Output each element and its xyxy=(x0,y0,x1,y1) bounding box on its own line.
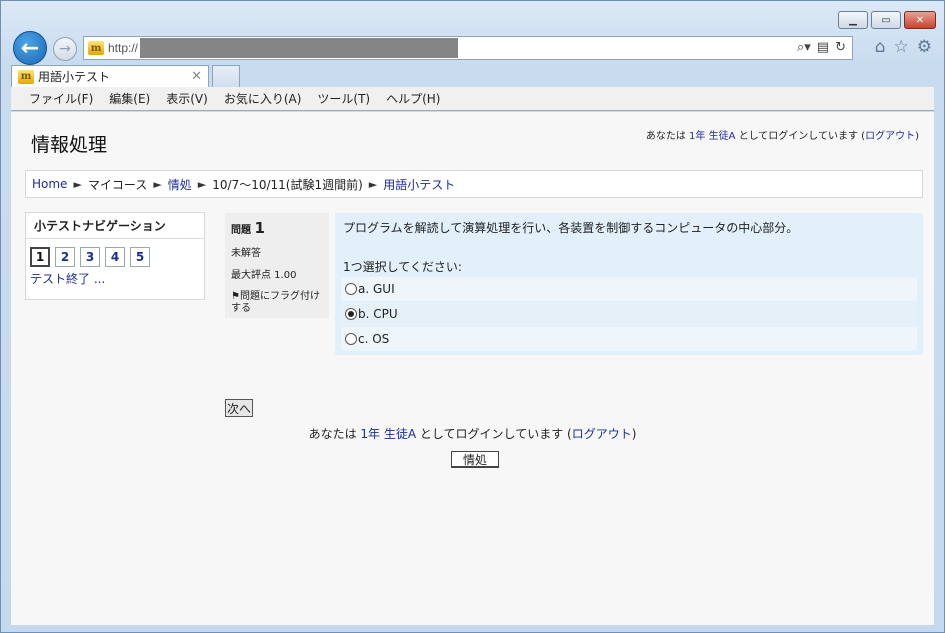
question-max-score: 最大評点 1.00 xyxy=(231,270,297,281)
answer-label-c[interactable]: c. OS xyxy=(358,332,389,346)
flag-label: 問題にフラグ付けする xyxy=(231,291,320,314)
favorites-star-icon[interactable]: ☆ xyxy=(894,37,909,57)
tab-active[interactable]: m 用語小テスト ✕ xyxy=(11,65,209,87)
tab-favicon-icon: m xyxy=(18,69,34,84)
login-text-suffix: ) xyxy=(915,131,919,142)
breadcrumb-quiz[interactable]: 用語小テスト xyxy=(383,176,455,193)
breadcrumb: Home ► マイコース ► 情処 ► 10/7〜10/11(試験1週間前) ►… xyxy=(25,170,923,198)
question-text: プログラムを解読して演算処理を行い、各装置を制御するコンピュータの中心部分。 xyxy=(343,221,799,235)
breadcrumb-separator: ► xyxy=(368,177,378,191)
question-number: 問題 1 xyxy=(231,219,323,237)
answer-option-c[interactable]: c. OS xyxy=(341,327,917,351)
menu-file[interactable]: ファイル(F) xyxy=(29,90,93,107)
address-icons: ⌕▾ ▤ ↻ xyxy=(797,40,846,55)
navigation-bar: ← → m http:// ⌕▾ ▤ ↻ ⌂ ☆ ⚙ xyxy=(11,29,934,65)
question-state: 未解答 xyxy=(231,248,261,259)
url-redacted xyxy=(140,38,459,58)
answer-option-b[interactable]: b. CPU xyxy=(341,302,917,326)
question-body: プログラムを解読して演算処理を行い、各装置を制御するコンピュータの中心部分。 1… xyxy=(335,213,923,355)
gear-icon[interactable]: ⚙ xyxy=(917,37,932,57)
home-icon[interactable]: ⌂ xyxy=(875,37,886,57)
url-text[interactable]: http:// xyxy=(108,41,138,55)
browser-window: ▁ ▭ ✕ ← → m http:// ⌕▾ ▤ ↻ ⌂ ☆ ⚙ m 用語小テス… xyxy=(0,0,945,633)
question-prompt: 1つ選択してください: xyxy=(343,260,462,274)
question-number-value: 1 xyxy=(254,219,265,237)
login-text-suffix: ) xyxy=(631,427,637,441)
breadcrumb-course[interactable]: 情処 xyxy=(168,176,192,193)
flag-question-button[interactable]: ⚑問題にフラグ付けする xyxy=(231,291,323,315)
menu-view[interactable]: 表示(V) xyxy=(166,90,208,107)
new-tab-button[interactable] xyxy=(212,65,240,87)
refresh-icon[interactable]: ↻ xyxy=(835,40,846,55)
answer-label-b[interactable]: b. CPU xyxy=(358,307,398,321)
menu-help[interactable]: ヘルプ(H) xyxy=(386,90,440,107)
radio-b[interactable] xyxy=(345,308,357,320)
toolbar-icons: ⌂ ☆ ⚙ xyxy=(875,37,932,57)
login-text: あなたは xyxy=(645,131,690,142)
login-text-middle: としてログインしています ( xyxy=(416,427,572,441)
breadcrumb-home[interactable]: Home xyxy=(32,177,67,191)
search-icon[interactable]: ⌕▾ xyxy=(797,40,811,55)
quiz-nav-question-5[interactable]: 5 xyxy=(130,247,150,267)
tab-close-icon[interactable]: ✕ xyxy=(191,69,202,84)
quiz-nav-question-1[interactable]: 1 xyxy=(30,247,50,267)
menu-edit[interactable]: 編集(E) xyxy=(109,90,150,107)
breadcrumb-separator: ► xyxy=(153,177,162,191)
back-arrow-icon: ← xyxy=(20,35,40,61)
menu-tools[interactable]: ツール(T) xyxy=(317,90,370,107)
flag-icon: ⚑ xyxy=(231,291,240,302)
user-link[interactable]: 1年 生徒A xyxy=(360,427,416,441)
user-link[interactable]: 1年 生徒A xyxy=(689,131,735,142)
next-button[interactable]: 次へ xyxy=(225,399,253,417)
compat-view-icon[interactable]: ▤ xyxy=(817,40,829,55)
window-controls: ▁ ▭ ✕ xyxy=(838,11,936,29)
login-text: あなたは xyxy=(308,427,361,441)
login-info-bottom: あなたは 1年 生徒A としてログインしています (ログアウト) xyxy=(11,425,934,442)
menu-favorites[interactable]: お気に入り(A) xyxy=(224,90,302,107)
close-button[interactable]: ✕ xyxy=(904,11,936,29)
login-info-top: あなたは 1年 生徒A としてログインしています (ログアウト) xyxy=(646,127,919,142)
quiz-nav-question-3[interactable]: 3 xyxy=(80,247,100,267)
quiz-nav-buttons: 1 2 3 4 5 xyxy=(26,239,204,267)
forward-button[interactable]: → xyxy=(53,37,77,61)
quiz-navigation-block: 小テストナビゲーション 1 2 3 4 5 テスト終了 ... xyxy=(25,212,205,300)
answer-label-a[interactable]: a. GUI xyxy=(358,282,395,296)
logout-link[interactable]: ログアウト xyxy=(865,131,915,142)
question-label: 問題 xyxy=(231,225,251,236)
maximize-button[interactable]: ▭ xyxy=(871,11,901,29)
radio-a[interactable] xyxy=(345,283,357,295)
minimize-button[interactable]: ▁ xyxy=(838,11,868,29)
page-content: 情報処理 あなたは 1年 生徒A としてログインしています (ログアウト) Ho… xyxy=(11,112,934,625)
quiz-nav-title: 小テストナビゲーション xyxy=(26,213,204,239)
course-home-button[interactable]: 情処 xyxy=(451,451,499,468)
login-text-middle: としてログインしています ( xyxy=(735,131,866,142)
menu-bar: ファイル(F) 編集(E) 表示(V) お気に入り(A) ツール(T) ヘルプ(… xyxy=(11,87,934,111)
back-button[interactable]: ← xyxy=(13,31,47,65)
address-bar[interactable]: m http:// ⌕▾ ▤ ↻ xyxy=(83,36,853,60)
breadcrumb-mycourses: マイコース xyxy=(87,177,148,192)
breadcrumb-separator: ► xyxy=(197,177,207,191)
breadcrumb-separator: ► xyxy=(73,177,82,191)
logout-link[interactable]: ログアウト xyxy=(572,427,632,441)
quiz-nav-question-2[interactable]: 2 xyxy=(55,247,75,267)
quiz-nav-question-4[interactable]: 4 xyxy=(105,247,125,267)
forward-arrow-icon: → xyxy=(59,41,71,57)
tab-strip: m 用語小テスト ✕ xyxy=(11,65,934,87)
page-title: 情報処理 xyxy=(31,134,108,156)
answer-option-a[interactable]: a. GUI xyxy=(341,277,917,301)
question-info: 問題 1 未解答 最大評点 1.00 ⚑問題にフラグ付けする xyxy=(225,213,329,318)
tab-title: 用語小テスト xyxy=(38,70,111,84)
site-favicon-icon: m xyxy=(88,41,104,55)
radio-c[interactable] xyxy=(345,333,357,345)
finish-attempt-link[interactable]: テスト終了 ... xyxy=(30,272,105,286)
breadcrumb-section: 10/7〜10/11(試験1週間前) xyxy=(212,177,363,192)
